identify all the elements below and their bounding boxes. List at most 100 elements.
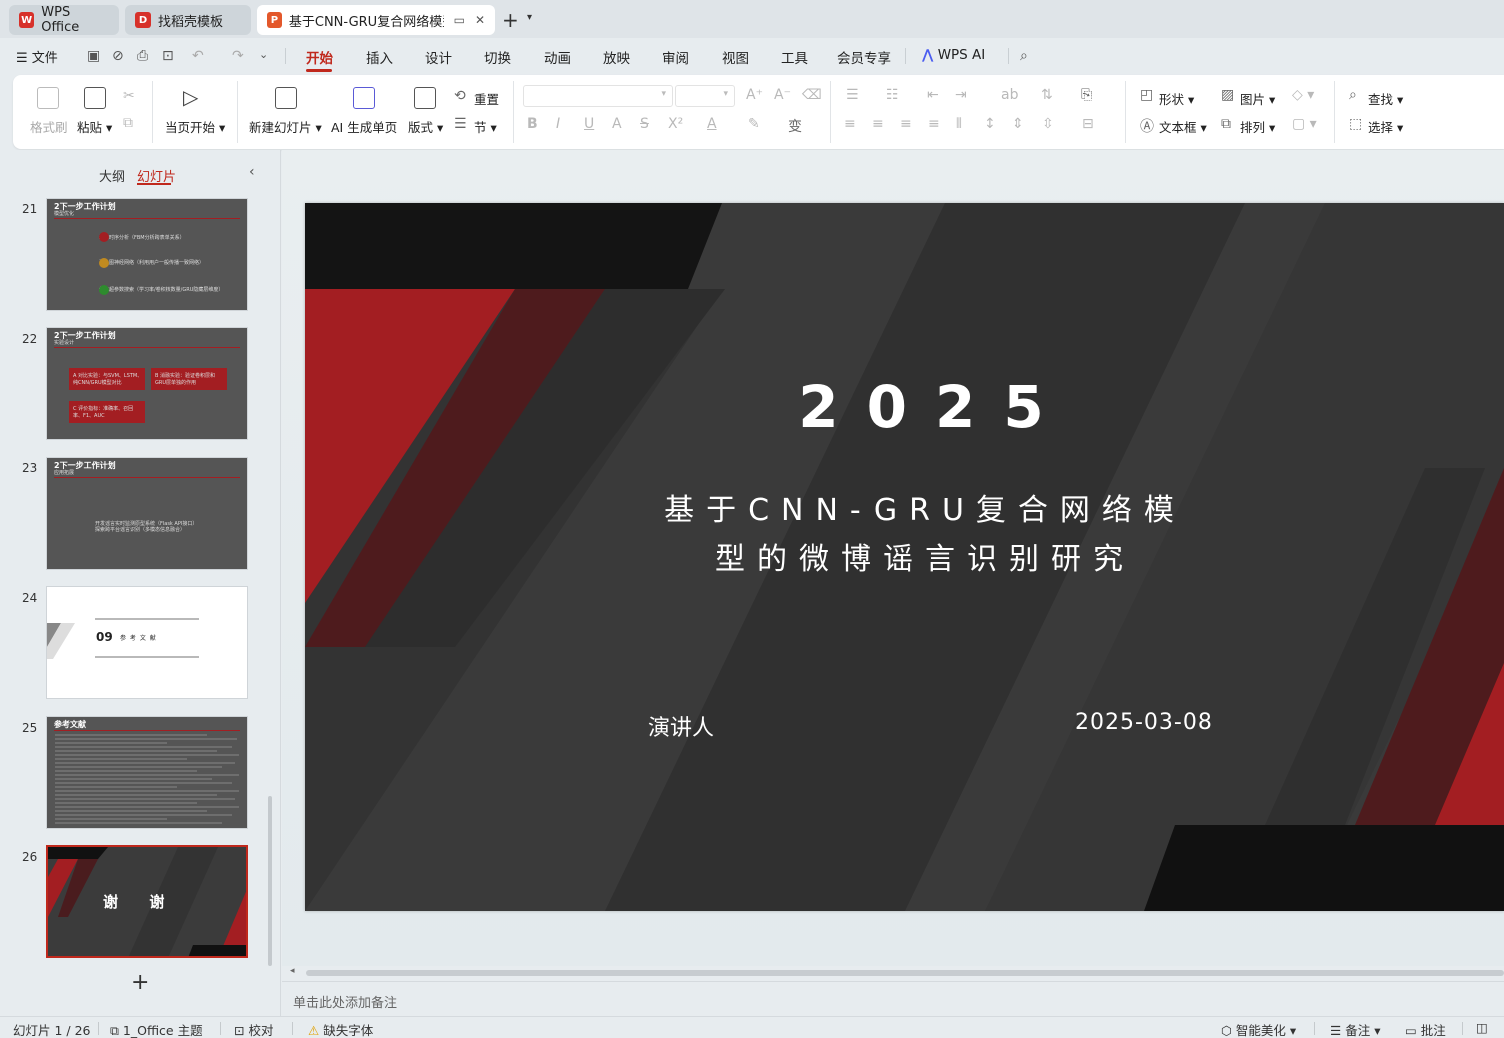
italic-icon[interactable]: I [556,116,560,132]
normal-view-icon[interactable]: ◫ [1476,1020,1488,1035]
notes-pane[interactable]: 单击此处添加备注 [282,981,1504,1016]
shadow-icon[interactable]: S [640,116,649,132]
font-color-icon[interactable]: A [707,116,717,132]
slide-title[interactable]: 基于CNN-GRU复合网络模 型的微博谣言识别研究 [635,486,1215,584]
outline-icon[interactable]: ▢ ▾ [1292,116,1317,132]
menu-wps-ai[interactable]: ⋀ WPS AI [922,47,985,63]
arrange-button[interactable]: 排列 ▾ [1240,117,1275,136]
align-right-icon[interactable]: ≡ [900,116,912,132]
increase-indent-icon[interactable]: ⇥ [955,87,967,103]
qat-more-icon[interactable]: ⌄ [259,48,268,61]
decrease-font-icon[interactable]: A⁻ [774,87,791,103]
theme-status[interactable]: ⧉ 1_Office 主题 [110,1020,203,1038]
missing-font-status[interactable]: ⚠ 缺失字体 [308,1020,373,1038]
format-painter-button[interactable]: 格式刷 [30,117,68,136]
paragraph-spacing-icon[interactable]: ⇕ [1012,116,1024,132]
strikethrough-icon[interactable]: A [612,116,622,132]
new-slide-button[interactable]: 新建幻灯片 ▾ [249,117,322,136]
chevron-down-icon[interactable]: ▾ [527,12,532,23]
menu-home[interactable]: 开始 [306,47,333,67]
menu-design[interactable]: 设计 [425,47,452,67]
char-spacing-icon[interactable]: 变 [788,116,802,136]
distribute-icon[interactable]: ⫴ [956,116,962,132]
find-button[interactable]: 查找 ▾ [1368,89,1403,108]
superscript-icon[interactable]: X² [668,116,683,132]
highlight-icon[interactable]: ✎ [748,116,760,132]
increase-font-icon[interactable]: A⁺ [746,87,763,103]
menu-animations[interactable]: 动画 [544,47,571,67]
slide-year[interactable]: 2025 [725,373,1145,441]
menu-tools[interactable]: 工具 [781,47,808,67]
justify-icon[interactable]: ≡ [928,116,940,132]
proofread-status[interactable]: ⊡ 校对 [234,1020,273,1038]
textbox-button[interactable]: 文本框 ▾ [1159,117,1207,136]
menu-transitions[interactable]: 切换 [484,47,511,67]
align-left-icon[interactable]: ≡ [844,116,856,132]
close-icon[interactable]: ✕ [475,13,485,27]
menu-member[interactable]: 会员专享 [837,47,891,67]
undo-icon[interactable]: ↶ [192,48,204,64]
menu-view[interactable]: 视图 [722,47,749,67]
play-from-current-button[interactable]: 当页开始 ▾ [165,117,225,136]
comments-button[interactable]: ▭ 批注 [1405,1020,1446,1038]
notes-toggle-button[interactable]: ☰ 备注 ▾ [1330,1020,1380,1038]
fill-icon[interactable]: ◇ ▾ [1292,87,1314,103]
sort-icon[interactable]: ⇅ [1041,87,1053,103]
file-menu[interactable]: ☰ 文件 [16,47,58,66]
tab-docer-templates[interactable]: D 找稻壳模板 [125,5,251,35]
text-direction-icon[interactable]: ab [1001,87,1018,103]
convert-icon[interactable]: ⎘ [1081,87,1092,103]
print-icon[interactable]: ⎙ [137,48,148,64]
shape-button[interactable]: 形状 ▾ [1159,89,1194,108]
slide-thumbnail-22[interactable]: 2下一步工作计划 实验设计 A 对比实验：与SVM、LSTM、纯CNN/GRU模… [46,327,248,440]
slide-date[interactable]: 2025-03-08 [1075,710,1213,735]
slide-thumbnail-26[interactable]: 谢 谢 [46,845,248,958]
font-family-select[interactable]: ▾ [523,85,673,107]
slide-thumbnail-21[interactable]: 2下一步工作计划 模型优化 增加时序分析（FBM分析跨表单关系） 引入图神经网络… [46,198,248,311]
align-center-icon[interactable]: ≡ [872,116,884,132]
select-button[interactable]: 选择 ▾ [1368,117,1403,136]
horizontal-scrollbar[interactable]: ◂ [290,966,1504,978]
menu-review[interactable]: 审阅 [662,47,689,67]
paste-button[interactable]: 粘贴 ▾ [77,117,112,136]
line-spacing-icon[interactable]: ↕ [984,116,996,132]
screen-icon[interactable]: ▭ [454,13,465,27]
smart-beautify-button[interactable]: ⬡ 智能美化 ▾ [1221,1020,1296,1038]
collapse-panel-icon[interactable]: ‹ [249,164,255,180]
copy-icon[interactable]: ⧉ [123,115,133,131]
new-tab-icon[interactable]: + [502,8,519,32]
panel-scrollbar[interactable] [268,796,272,966]
ai-generate-slide-button[interactable]: AI 生成单页 [331,117,397,136]
font-size-select[interactable]: ▾ [675,85,735,107]
columns-icon[interactable]: ⇳ [1042,116,1054,132]
clear-format-icon[interactable]: ⌫ [802,87,822,103]
slide-thumbnail-23[interactable]: 2下一步工作计划 应用拓展 开发谣言实时监测原型系统（Flask API接口） … [46,457,248,570]
redo-icon[interactable]: ↷ [232,48,244,64]
save-icon[interactable]: ▣ [87,48,100,64]
export-icon[interactable]: ⊘ [112,48,124,64]
numbered-list-icon[interactable]: ☷ [886,87,899,103]
bullet-list-icon[interactable]: ☰ [846,87,859,103]
reset-button[interactable]: 重置 [474,89,499,108]
print-preview-icon[interactable]: ⊡ [162,48,174,64]
slide-speaker[interactable]: 演讲人 [648,710,714,742]
bold-icon[interactable]: B [527,116,538,132]
menu-slideshow[interactable]: 放映 [603,47,630,67]
underline-icon[interactable]: U [584,116,594,132]
current-slide[interactable]: 2025 基于CNN-GRU复合网络模 型的微博谣言识别研究 演讲人 2025-… [305,203,1504,911]
cut-icon[interactable]: ✂ [123,88,135,104]
menu-insert[interactable]: 插入 [366,47,393,67]
section-button[interactable]: 节 ▾ [474,117,497,136]
scroll-left-icon[interactable]: ◂ [290,966,295,976]
add-slide-button[interactable]: + [131,970,149,995]
layout-button[interactable]: 版式 ▾ [408,117,443,136]
slide-thumbnail-24[interactable]: 09 参 考 文 献 [46,586,248,699]
tab-document[interactable]: P 基于CNN-GRU复合网络模型 ▭ ✕ [257,5,495,35]
decrease-indent-icon[interactable]: ⇤ [927,87,939,103]
tab-wps-office[interactable]: W WPS Office [9,5,119,35]
search-icon[interactable]: ⌕ [1020,48,1028,64]
tab-outline[interactable]: 大纲 [99,166,125,185]
slide-thumbnail-25[interactable]: 参考文献 [46,716,248,829]
picture-button[interactable]: 图片 ▾ [1240,89,1275,108]
text-align-icon[interactable]: ⊟ [1082,116,1094,132]
